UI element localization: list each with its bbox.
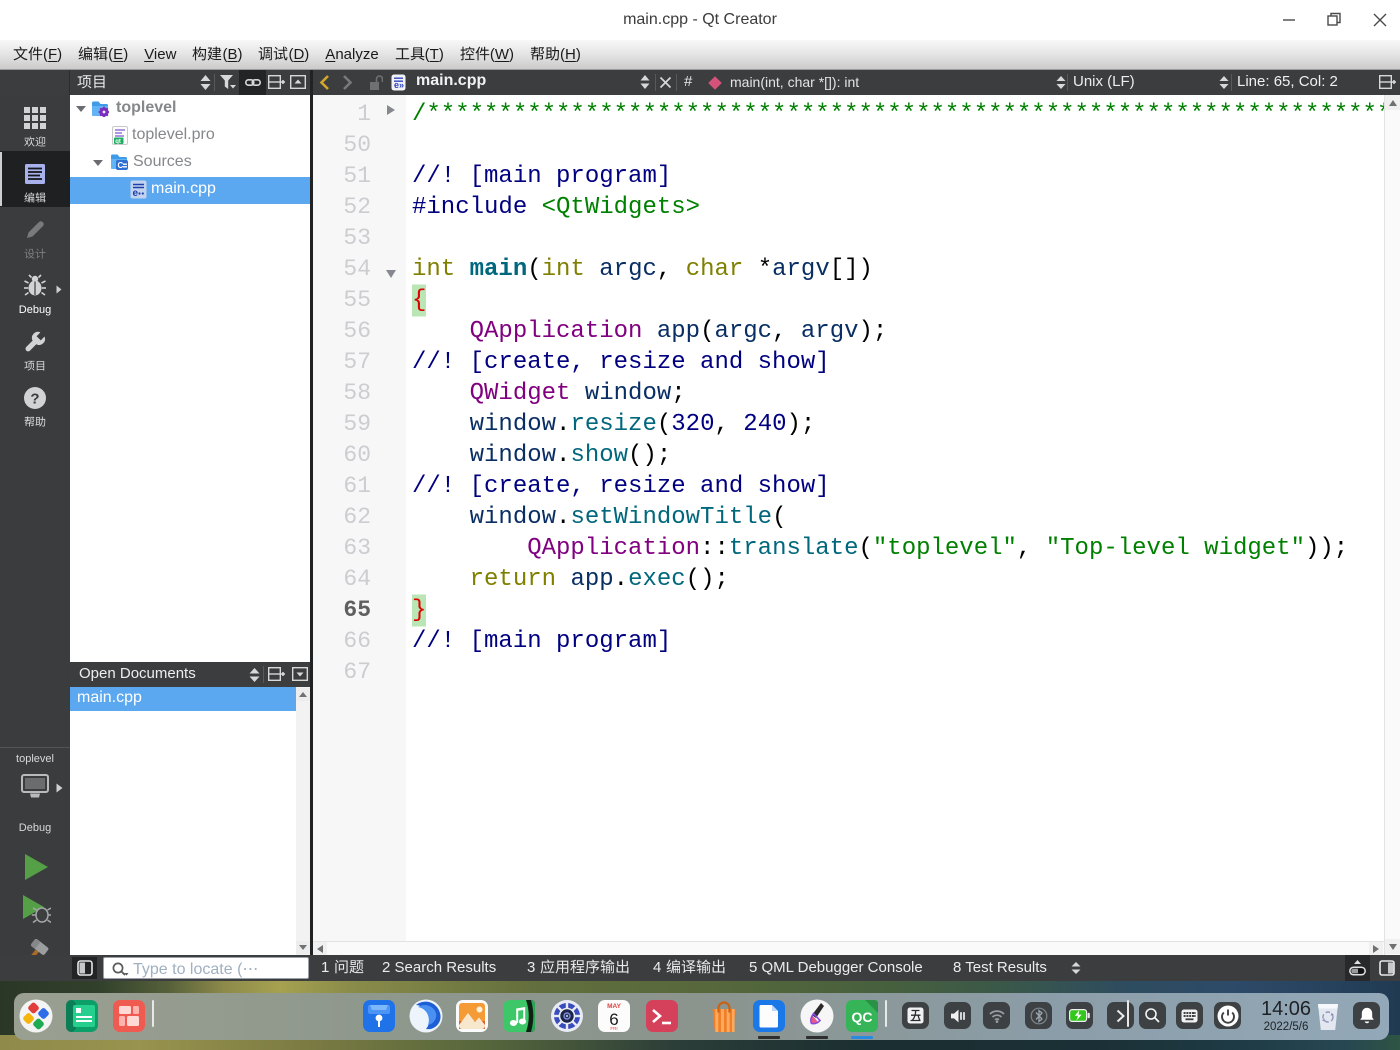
svg-text:FRI: FRI — [610, 1026, 617, 1031]
svg-text:e: e — [133, 188, 139, 199]
svg-text:QC: QC — [852, 1009, 873, 1025]
svg-text:C: C — [118, 161, 124, 170]
svg-text:?: ? — [30, 391, 39, 408]
svg-text:e»: e» — [394, 80, 404, 90]
svg-text:MAY: MAY — [607, 1003, 622, 1010]
svg-text:qt: qt — [115, 139, 121, 145]
